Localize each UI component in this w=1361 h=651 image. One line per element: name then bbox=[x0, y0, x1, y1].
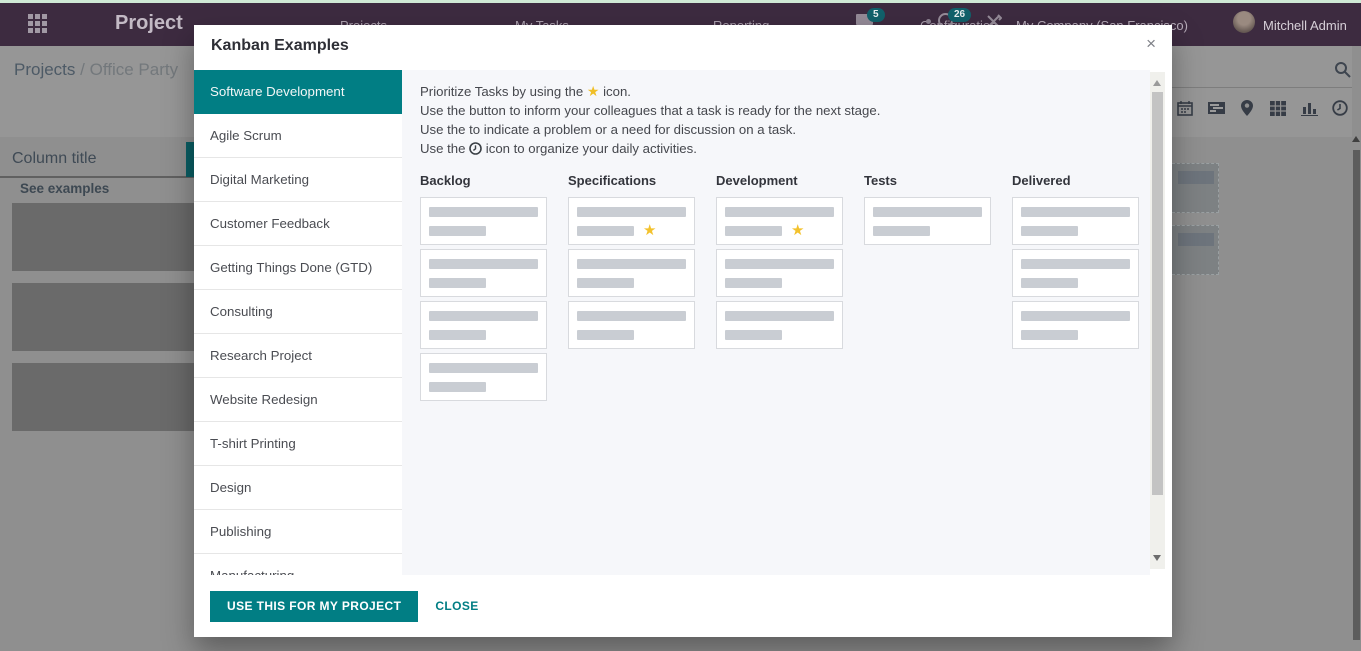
modal-scrollbar-thumb[interactable] bbox=[1152, 92, 1163, 495]
column-header: Specifications bbox=[568, 173, 695, 188]
description-line: Use the to indicate a problem or a need … bbox=[420, 120, 1150, 139]
example-card bbox=[420, 197, 547, 245]
apps-grid-icon[interactable] bbox=[28, 14, 48, 34]
star-icon: ★ bbox=[643, 226, 656, 236]
column-cards bbox=[420, 197, 547, 401]
sidebar-item-manufacturing[interactable]: Manufacturing bbox=[194, 554, 402, 575]
example-column-tests: Tests bbox=[864, 173, 991, 401]
example-card bbox=[1012, 197, 1139, 245]
example-card bbox=[716, 301, 843, 349]
example-card bbox=[420, 301, 547, 349]
modal-scrollbar[interactable] bbox=[1150, 72, 1165, 569]
pivot-view-icon[interactable] bbox=[1269, 99, 1287, 117]
example-card bbox=[716, 249, 843, 297]
column-header: Backlog bbox=[420, 173, 547, 188]
modal-footer: USE THIS FOR MY PROJECT CLOSE bbox=[194, 575, 1172, 637]
scroll-up-arrow-icon[interactable] bbox=[1352, 136, 1360, 142]
example-kanban-board: Backlog Specifications ★ Development ★ T… bbox=[420, 173, 1150, 401]
sidebar-item-website-redesign[interactable]: Website Redesign bbox=[194, 378, 402, 422]
panel-divider bbox=[1172, 87, 1352, 88]
activities-badge: 26 bbox=[948, 8, 971, 22]
sidebar-item-software-development[interactable]: Software Development bbox=[194, 70, 402, 114]
examples-sidebar: Software Development Agile Scrum Digital… bbox=[194, 70, 402, 575]
close-icon[interactable]: × bbox=[1146, 34, 1156, 54]
column-header: Delivered bbox=[1012, 173, 1139, 188]
sidebar-item-digital-marketing[interactable]: Digital Marketing bbox=[194, 158, 402, 202]
activity-view-icon[interactable] bbox=[1331, 99, 1349, 117]
column-header: Development bbox=[716, 173, 843, 188]
example-column-delivered: Delivered bbox=[1012, 173, 1139, 401]
example-card bbox=[568, 301, 695, 349]
ghost-card bbox=[12, 203, 200, 271]
calendar-view-icon[interactable] bbox=[1176, 99, 1194, 117]
example-card bbox=[864, 197, 991, 245]
breadcrumb-separator: / bbox=[75, 60, 89, 79]
ghost-card bbox=[12, 283, 200, 351]
star-icon: ★ bbox=[587, 83, 600, 99]
modal-body: Software Development Agile Scrum Digital… bbox=[194, 70, 1172, 575]
sidebar-item-gtd[interactable]: Getting Things Done (GTD) bbox=[194, 246, 402, 290]
breadcrumb-projects-link[interactable]: Projects bbox=[14, 60, 75, 79]
example-card bbox=[420, 353, 547, 401]
messages-badge: 5 bbox=[867, 8, 885, 22]
page-scrollbar-thumb[interactable] bbox=[1353, 150, 1360, 640]
column-title-input[interactable]: Column title bbox=[12, 150, 96, 168]
ghost-card-dashed bbox=[1172, 225, 1219, 275]
scroll-up-arrow-icon[interactable] bbox=[1153, 80, 1161, 86]
view-switcher bbox=[1176, 99, 1349, 117]
user-name[interactable]: Mitchell Admin bbox=[1263, 18, 1347, 33]
sidebar-item-customer-feedback[interactable]: Customer Feedback bbox=[194, 202, 402, 246]
column-title-underline bbox=[0, 176, 194, 178]
map-view-icon[interactable] bbox=[1238, 99, 1256, 117]
kanban-examples-modal: Kanban Examples × Software Development A… bbox=[194, 25, 1172, 637]
modal-title: Kanban Examples bbox=[211, 37, 349, 55]
breadcrumb: Projects / Office Party bbox=[14, 60, 178, 80]
example-column-development: Development ★ bbox=[716, 173, 843, 401]
bell-icon[interactable] bbox=[926, 19, 931, 24]
ghost-card bbox=[12, 363, 200, 431]
example-card bbox=[420, 249, 547, 297]
close-button[interactable]: CLOSE bbox=[435, 599, 478, 613]
sidebar-item-agile-scrum[interactable]: Agile Scrum bbox=[194, 114, 402, 158]
use-for-my-project-button[interactable]: USE THIS FOR MY PROJECT bbox=[210, 591, 418, 622]
star-icon: ★ bbox=[791, 226, 804, 236]
scroll-down-arrow-icon[interactable] bbox=[1153, 555, 1161, 561]
column-cards: ★ bbox=[568, 197, 695, 349]
breadcrumb-current: Office Party bbox=[90, 60, 179, 79]
example-card: ★ bbox=[568, 197, 695, 245]
modal-header: Kanban Examples × bbox=[194, 25, 1172, 70]
example-card: ★ bbox=[716, 197, 843, 245]
ghost-card-dashed bbox=[1172, 163, 1219, 213]
sidebar-item-tshirt-printing[interactable]: T-shirt Printing bbox=[194, 422, 402, 466]
clock-icon bbox=[469, 142, 482, 155]
column-cards bbox=[1012, 197, 1139, 349]
example-column-specifications: Specifications ★ bbox=[568, 173, 695, 401]
column-header: Tests bbox=[864, 173, 991, 188]
app-name[interactable]: Project bbox=[115, 12, 183, 35]
description-line: Use the button to inform your colleagues… bbox=[420, 101, 1150, 120]
description-line: Prioritize Tasks by using the ★ icon. bbox=[420, 82, 1150, 101]
example-column-backlog: Backlog bbox=[420, 173, 547, 401]
sidebar-item-publishing[interactable]: Publishing bbox=[194, 510, 402, 554]
search-icon[interactable] bbox=[1334, 61, 1351, 78]
user-avatar[interactable] bbox=[1233, 11, 1255, 33]
sidebar-item-consulting[interactable]: Consulting bbox=[194, 290, 402, 334]
example-card bbox=[1012, 249, 1139, 297]
description-line: Use the icon to organize your daily acti… bbox=[420, 139, 1150, 158]
example-preview: Prioritize Tasks by using the ★ icon. Us… bbox=[402, 70, 1150, 575]
see-examples-link[interactable]: See examples bbox=[20, 181, 109, 196]
sidebar-item-research-project[interactable]: Research Project bbox=[194, 334, 402, 378]
column-cards: ★ bbox=[716, 197, 843, 349]
example-card bbox=[568, 249, 695, 297]
graph-view-icon[interactable] bbox=[1300, 99, 1318, 117]
sidebar-item-design[interactable]: Design bbox=[194, 466, 402, 510]
column-cards bbox=[864, 197, 991, 245]
add-column-button-edge[interactable] bbox=[186, 142, 194, 177]
gantt-view-icon[interactable] bbox=[1207, 99, 1225, 117]
example-card bbox=[1012, 301, 1139, 349]
